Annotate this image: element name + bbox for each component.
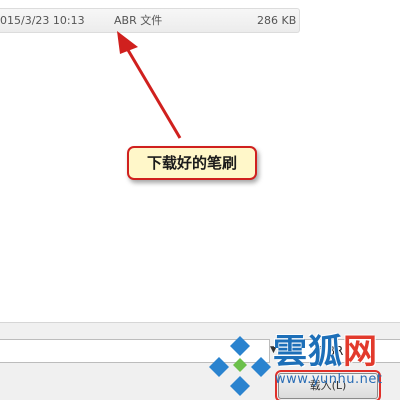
dialog-bottom-panel: ▼ 笔 BR 载入(L) <box>0 322 400 400</box>
load-button[interactable]: 载入(L) <box>275 370 381 400</box>
chevron-down-icon[interactable]: ▼ <box>270 345 277 355</box>
file-type: ABR 文件 <box>114 14 163 27</box>
file-modified-date: 015/3/23 10:13 <box>0 14 85 27</box>
callout-text: 下载好的笔刷 <box>146 154 237 172</box>
filetype-value: 笔 BR <box>311 344 344 358</box>
file-row-selected[interactable]: 015/3/23 10:13 ABR 文件 286 KB <box>0 8 300 33</box>
filetype-select[interactable]: 笔 BR <box>282 339 400 363</box>
load-button-label: 载入(L) <box>309 379 347 392</box>
filename-input[interactable] <box>0 339 270 363</box>
file-size: 286 KB <box>257 14 297 27</box>
annotation-callout: 下载好的笔刷 <box>127 146 257 180</box>
